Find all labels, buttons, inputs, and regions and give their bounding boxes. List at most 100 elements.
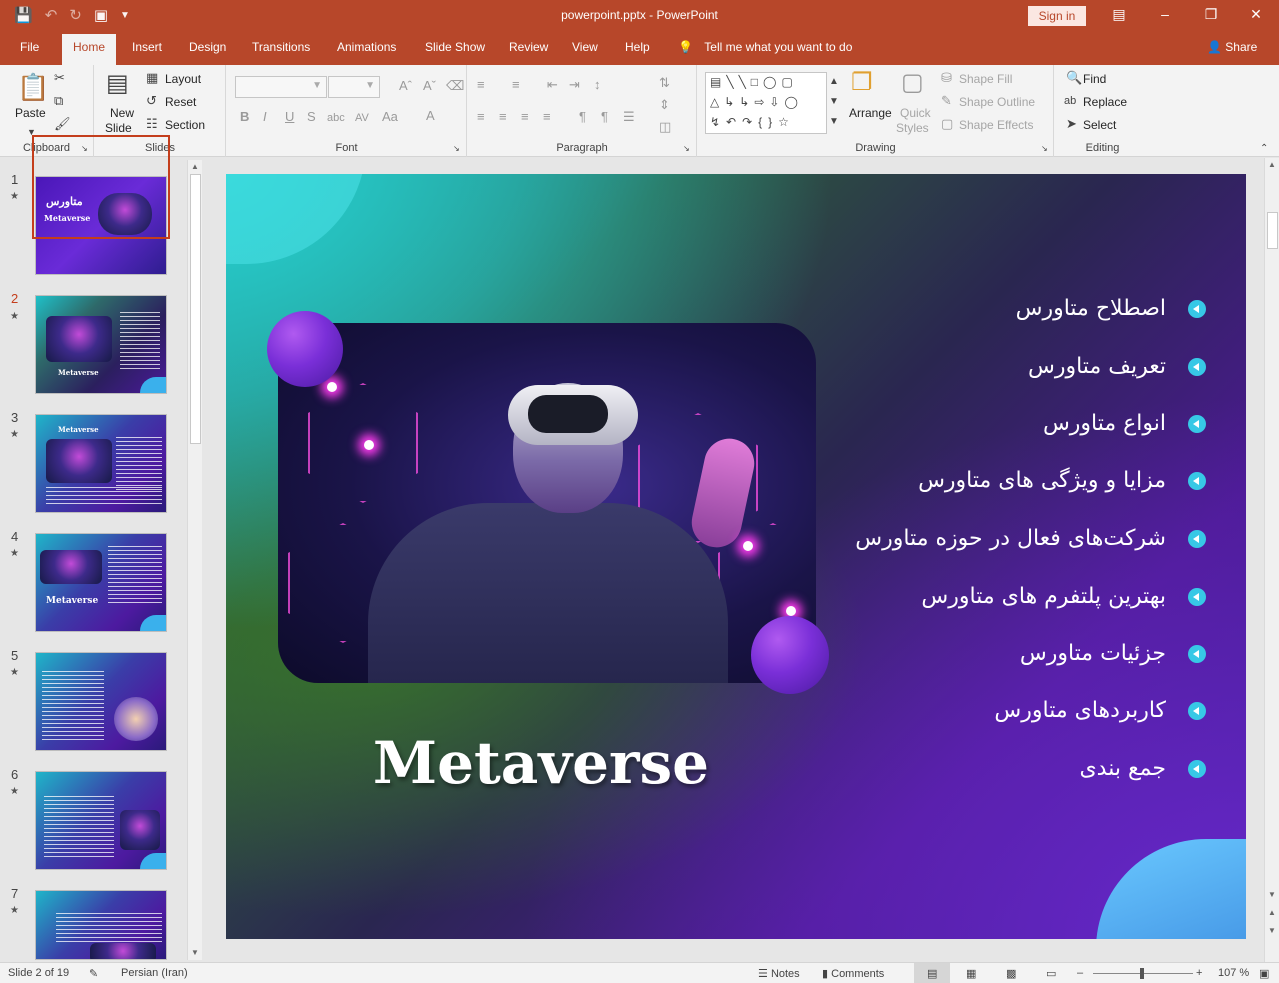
paste-button[interactable]: Paste [15, 106, 46, 120]
zoom-in-icon[interactable]: + [1196, 967, 1202, 979]
scrollbar-thumb[interactable] [1267, 212, 1278, 249]
paint-bucket-icon[interactable]: ⛁ [941, 71, 952, 85]
collapse-ribbon-icon[interactable]: ⌃ [1260, 142, 1268, 156]
align-right-icon[interactable]: ≡ [521, 110, 529, 124]
font-name-combo[interactable]: ▼ [235, 76, 327, 98]
shape-fill-button[interactable]: Shape Fill [959, 72, 1012, 86]
align-text-icon[interactable]: ⇕ [659, 98, 670, 112]
find-button[interactable]: Find [1083, 72, 1106, 86]
bullets-icon[interactable]: ≡ [477, 78, 485, 92]
arrange-button[interactable]: Arrange [849, 106, 892, 120]
columns-icon[interactable]: ☰ [623, 110, 635, 124]
slide-thumbnail-2[interactable]: Metaverse [35, 295, 167, 394]
slide-sorter-icon[interactable]: ▦ [966, 967, 976, 980]
underline-icon[interactable]: U [285, 110, 294, 124]
zoom-out-icon[interactable]: – [1077, 967, 1083, 979]
fit-slide-icon[interactable]: ▣ [1259, 967, 1269, 980]
zoom-slider-knob[interactable] [1140, 968, 1144, 979]
bullet-item[interactable]: مزایا و ویژگی های متاورس [918, 468, 1206, 493]
slide-show-icon[interactable]: ▭ [1046, 967, 1056, 980]
slide-thumbnail-7[interactable] [35, 890, 167, 960]
reading-view-icon[interactable]: ▩ [1006, 967, 1016, 980]
share-button[interactable]: 👤 Share [1207, 40, 1257, 54]
shadow-icon[interactable]: S [307, 110, 316, 124]
clear-formatting-icon[interactable]: ⌫ [446, 79, 464, 93]
font-size-combo[interactable]: ▼ [328, 76, 380, 98]
vr-person-image[interactable] [278, 323, 816, 683]
slide-scrollbar[interactable]: ▲ ▼ ▲ ▼ [1264, 158, 1279, 962]
numbering-icon[interactable]: ≡ [512, 78, 520, 92]
slide-thumbnail-6[interactable] [35, 771, 167, 870]
shape-outline-button[interactable]: Shape Outline [959, 95, 1035, 109]
shape-effects-icon[interactable]: ▢ [941, 117, 953, 131]
bullet-item[interactable]: شرکت‌های فعال در حوزه متاورس [855, 526, 1206, 551]
new-slide-label-1[interactable]: New [110, 106, 134, 120]
tab-home[interactable]: Home [62, 34, 117, 65]
reset-button[interactable]: Reset [165, 95, 196, 109]
bullet-item[interactable]: جزئیات متاورس [1020, 641, 1206, 666]
cut-icon[interactable]: ✂ [54, 71, 65, 85]
slide-title[interactable]: Metaverse [306, 729, 776, 797]
drawing-launcher-icon[interactable]: ↘ [1041, 142, 1048, 156]
close-icon[interactable]: ✕ [1246, 6, 1266, 23]
replace-icon[interactable]: ab [1064, 94, 1076, 108]
rtl-icon[interactable]: ¶ [579, 110, 586, 124]
language-indicator[interactable]: Persian (Iran) [121, 967, 188, 979]
tab-slide-show[interactable]: Slide Show [425, 40, 485, 54]
find-icon[interactable]: 🔍 [1066, 71, 1082, 85]
restore-icon[interactable]: ❐ [1201, 6, 1221, 23]
character-spacing-icon[interactable]: AV [355, 111, 369, 125]
strikethrough-icon[interactable]: abc [327, 111, 345, 125]
slide-thumbnail-3[interactable]: Metaverse [35, 414, 167, 513]
decrease-font-icon[interactable]: Aˇ [423, 79, 436, 93]
comments-button[interactable]: ▮ Comments [822, 967, 884, 980]
notes-button[interactable]: ☰ Notes [758, 967, 800, 980]
justify-icon[interactable]: ≡ [543, 110, 551, 124]
tell-me-search[interactable]: 💡 Tell me what you want to do [678, 40, 852, 54]
shapes-scroll-up-icon[interactable]: ▲ [829, 75, 839, 89]
replace-button[interactable]: Replace [1083, 95, 1127, 109]
shapes-scroll-down-icon[interactable]: ▼ [829, 95, 839, 109]
increase-indent-icon[interactable]: ⇥ [569, 78, 580, 92]
scroll-down-icon[interactable]: ▼ [1268, 890, 1276, 899]
scroll-up-icon[interactable]: ▲ [1268, 160, 1276, 169]
quick-styles-label-2[interactable]: Styles [896, 121, 929, 135]
italic-icon[interactable]: I [263, 110, 267, 124]
shapes-more-icon[interactable]: ▼ [829, 115, 839, 129]
next-slide-icon[interactable]: ▼ [1268, 926, 1276, 935]
tab-review[interactable]: Review [509, 40, 548, 54]
quick-styles-icon[interactable]: ▢ [901, 70, 924, 96]
slide-thumbnail-5[interactable] [35, 652, 167, 751]
shape-effects-button[interactable]: Shape Effects [959, 118, 1034, 132]
section-icon[interactable]: ☷ [146, 117, 158, 131]
current-slide[interactable]: Metaverse اصطلاح متاورس تعریف متاورس انو… [226, 174, 1246, 939]
tab-view[interactable]: View [572, 40, 598, 54]
change-case-icon[interactable]: Aa [382, 110, 398, 124]
bullet-item[interactable]: کاربردهای متاورس [994, 698, 1206, 723]
align-center-icon[interactable]: ≡ [499, 110, 507, 124]
format-painter-icon[interactable]: 🖌 [54, 117, 71, 131]
ltr-icon[interactable]: ¶ [601, 110, 608, 124]
increase-font-icon[interactable]: Aˆ [399, 79, 412, 93]
bullet-item[interactable]: انواع متاورس [1043, 411, 1206, 436]
smartart-icon[interactable]: ◫ [659, 120, 671, 134]
tab-transitions[interactable]: Transitions [252, 40, 310, 54]
ribbon-display-options-icon[interactable]: ▤ [1109, 6, 1129, 23]
tab-help[interactable]: Help [625, 40, 650, 54]
bold-icon[interactable]: B [240, 110, 249, 124]
font-color-icon[interactable]: A [426, 109, 435, 123]
tab-file[interactable]: File [20, 40, 39, 54]
bullet-item[interactable]: اصطلاح متاورس [1016, 296, 1206, 321]
tab-insert[interactable]: Insert [132, 40, 162, 54]
layout-button[interactable]: Layout [165, 72, 201, 86]
new-slide-label-2[interactable]: Slide [105, 121, 132, 135]
align-left-icon[interactable]: ≡ [477, 110, 485, 124]
thumbnail-scrollbar[interactable]: ▲ ▼ [187, 160, 202, 960]
new-slide-icon[interactable]: ▤ [106, 71, 129, 97]
bullet-item[interactable]: بهترین پلتفرم های متاورس [921, 584, 1206, 609]
reset-icon[interactable]: ↺ [146, 94, 157, 108]
scroll-down-icon[interactable]: ▼ [191, 948, 199, 957]
decrease-indent-icon[interactable]: ⇤ [547, 78, 558, 92]
select-cursor-icon[interactable]: ➤ [1066, 117, 1077, 131]
quick-styles-label-1[interactable]: Quick [900, 106, 931, 120]
